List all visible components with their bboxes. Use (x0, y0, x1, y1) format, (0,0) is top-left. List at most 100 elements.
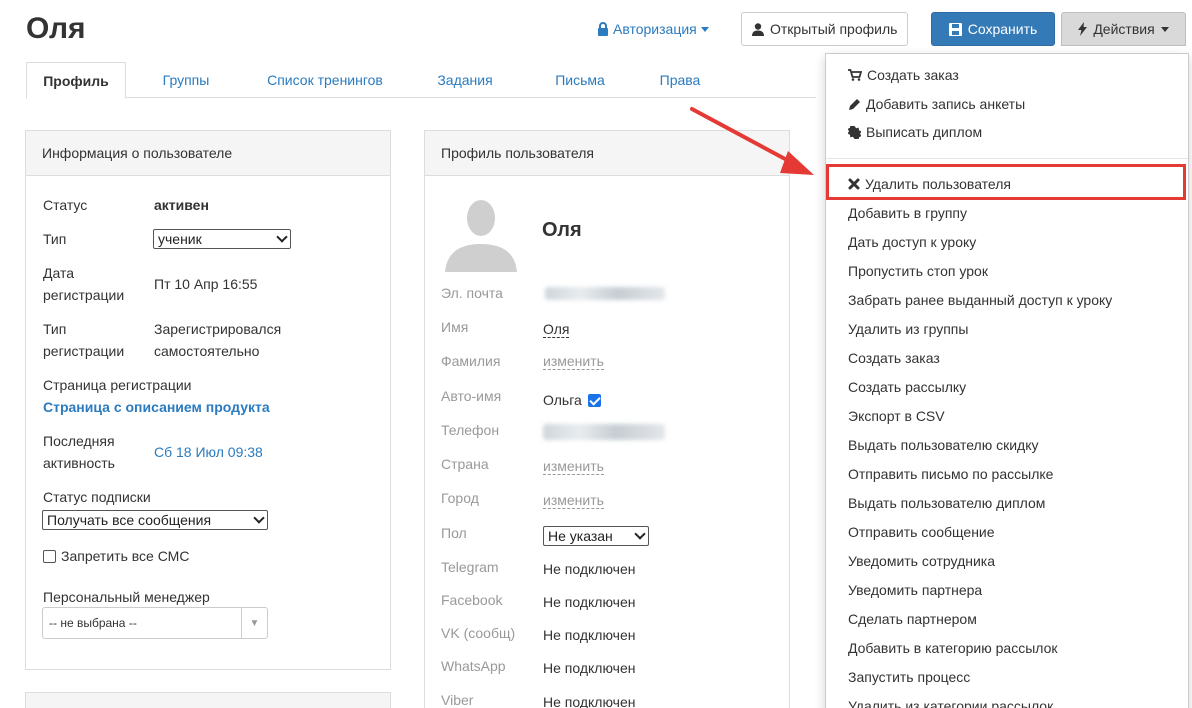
menu-item[interactable]: Выдать пользователю скидку (848, 435, 1039, 455)
reg-date-value: Пт 10 Апр 16:55 (154, 276, 258, 292)
secondary-panel (25, 692, 391, 708)
menu-item[interactable]: Забрать ранее выданный доступ к уроку (848, 290, 1112, 310)
manager-label: Персональный менеджер (43, 589, 210, 605)
user-type-value: ученик (158, 231, 202, 247)
tab-profile[interactable]: Профиль (26, 62, 126, 99)
subscription-select[interactable]: Получать все сообщения (42, 510, 268, 530)
open-profile-button[interactable]: Открытый профиль (741, 12, 909, 46)
gender-select[interactable]: Не указан (543, 526, 649, 546)
gender-label: Пол (441, 525, 467, 541)
status-value: активен (154, 197, 209, 213)
menu-item[interactable]: Запустить процесс (848, 667, 970, 687)
bolt-icon (1078, 22, 1088, 36)
menu-item-add-survey-record[interactable]: Добавить запись анкеты (848, 94, 1025, 114)
menu-item[interactable]: Выдать пользователю диплом (848, 493, 1045, 513)
reg-type-label-2: регистрации (43, 343, 125, 359)
actions-dropdown-button[interactable]: Действия (1061, 12, 1186, 46)
reg-page-link[interactable]: Страница с описанием продукта (43, 397, 270, 417)
user-info-heading: Информация о пользователе (26, 131, 390, 176)
telegram-value: Не подключен (543, 561, 636, 577)
menu-item[interactable]: Сделать партнером (848, 609, 977, 629)
open-profile-label: Открытый профиль (770, 21, 898, 37)
subscription-label: Статус подписки (43, 489, 151, 505)
menu-item[interactable]: Отправить сообщение (848, 522, 995, 542)
last-activity-label-2: активность (43, 455, 115, 471)
viber-value: Не подключен (543, 694, 636, 708)
auth-dropdown[interactable]: Авторизация (597, 21, 709, 37)
menu-item-create-order-top[interactable]: Создать заказ (848, 65, 959, 85)
shopping-cart-icon (848, 69, 862, 81)
tab-groups[interactable]: Группы (132, 62, 240, 97)
reg-page-label: Страница регистрации (43, 377, 192, 393)
actions-label: Действия (1093, 21, 1155, 37)
autoname-value: Ольга (543, 392, 582, 408)
menu-item[interactable]: Удалить из группы (848, 319, 968, 339)
auth-label: Авторизация (613, 21, 697, 37)
whatsapp-label: WhatsApp (441, 658, 506, 674)
phone-label: Телефон (441, 422, 500, 438)
menu-item[interactable]: Создать заказ (848, 348, 940, 368)
first-name-label: Имя (441, 319, 469, 335)
first-name-value[interactable]: Оля (543, 321, 570, 338)
menu-item[interactable]: Уведомить сотрудника (848, 551, 995, 571)
profile-tabs: Профиль Группы Список тренингов Задания … (26, 62, 816, 99)
gender-value: Не указан (548, 528, 613, 544)
floppy-disk-icon (948, 22, 962, 36)
chevron-down-icon: ▼ (241, 608, 267, 638)
chevron-down-icon (634, 528, 646, 540)
whatsapp-value: Не подключен (543, 660, 636, 676)
country-change-link[interactable]: изменить (543, 458, 604, 475)
menu-item[interactable]: Отправить письмо по рассылке (848, 464, 1053, 484)
reg-type-value-1: Зарегистрировался (154, 321, 282, 337)
last-name-change-link[interactable]: изменить (543, 353, 604, 370)
tab-letters[interactable]: Письма (520, 62, 640, 97)
block-sms-option[interactable]: Запретить все СМС (43, 546, 189, 566)
manager-value: -- не выбрана -- (49, 616, 137, 630)
block-sms-checkbox[interactable] (43, 549, 56, 563)
user-type-select[interactable]: ученик (153, 229, 291, 249)
tab-tasks[interactable]: Задания (410, 62, 520, 97)
menu-item[interactable]: Добавить в категорию рассылок (848, 638, 1058, 658)
chevron-down-icon (253, 512, 265, 524)
reg-type-label-1: Тип (43, 321, 67, 337)
save-button[interactable]: Сохранить (931, 12, 1055, 46)
page-title: Оля (26, 12, 86, 45)
menu-item[interactable]: Уведомить партнера (848, 580, 982, 600)
menu-item[interactable]: Пропустить стоп урок (848, 261, 988, 281)
caret-down-icon (700, 26, 709, 32)
user-icon (752, 22, 764, 36)
save-label: Сохранить (967, 21, 1038, 37)
menu-item-issue-diploma[interactable]: Выписать диплом (848, 122, 982, 142)
facebook-label: Facebook (441, 592, 503, 608)
actions-dropdown-menu: Создать заказ Добавить запись анкеты Вып… (825, 53, 1189, 708)
type-label: Тип (43, 231, 67, 247)
city-change-link[interactable]: изменить (543, 492, 604, 509)
menu-item-label: Создать заказ (867, 67, 959, 83)
menu-item[interactable]: Дать доступ к уроку (848, 232, 976, 252)
facebook-value: Не подключен (543, 594, 636, 610)
menu-item[interactable]: Создать рассылку (848, 377, 966, 397)
tab-rights[interactable]: Права (640, 62, 720, 97)
reg-date-label-2: регистрации (43, 287, 125, 303)
phone-value-redacted (543, 424, 665, 440)
certificate-icon (848, 125, 861, 139)
email-value-redacted (545, 287, 665, 300)
manager-select[interactable]: -- не выбрана -- ▼ (42, 607, 268, 639)
tab-trainings[interactable]: Список тренингов (240, 62, 410, 97)
subscription-value: Получать все сообщения (47, 512, 212, 528)
reg-type-value-2: самостоятельно (154, 343, 260, 359)
last-name-label: Фамилия (441, 353, 501, 369)
menu-item[interactable]: Экспорт в CSV (848, 406, 945, 426)
last-activity-value[interactable]: Сб 18 Июл 09:38 (154, 442, 263, 462)
autoname-checkbox[interactable] (587, 393, 601, 407)
vk-value: Не подключен (543, 627, 636, 643)
autoname-label: Авто-имя (441, 388, 502, 404)
reg-date-label-1: Дата (43, 265, 75, 281)
menu-item[interactable]: Удалить из категории рассылок (848, 696, 1053, 708)
secondary-panel-heading (26, 693, 390, 708)
chevron-down-icon (276, 231, 288, 243)
telegram-label: Telegram (441, 559, 499, 575)
caret-down-icon (1160, 26, 1169, 32)
menu-item[interactable]: Добавить в группу (848, 203, 967, 223)
menu-item-label: Выписать диплом (866, 124, 983, 140)
